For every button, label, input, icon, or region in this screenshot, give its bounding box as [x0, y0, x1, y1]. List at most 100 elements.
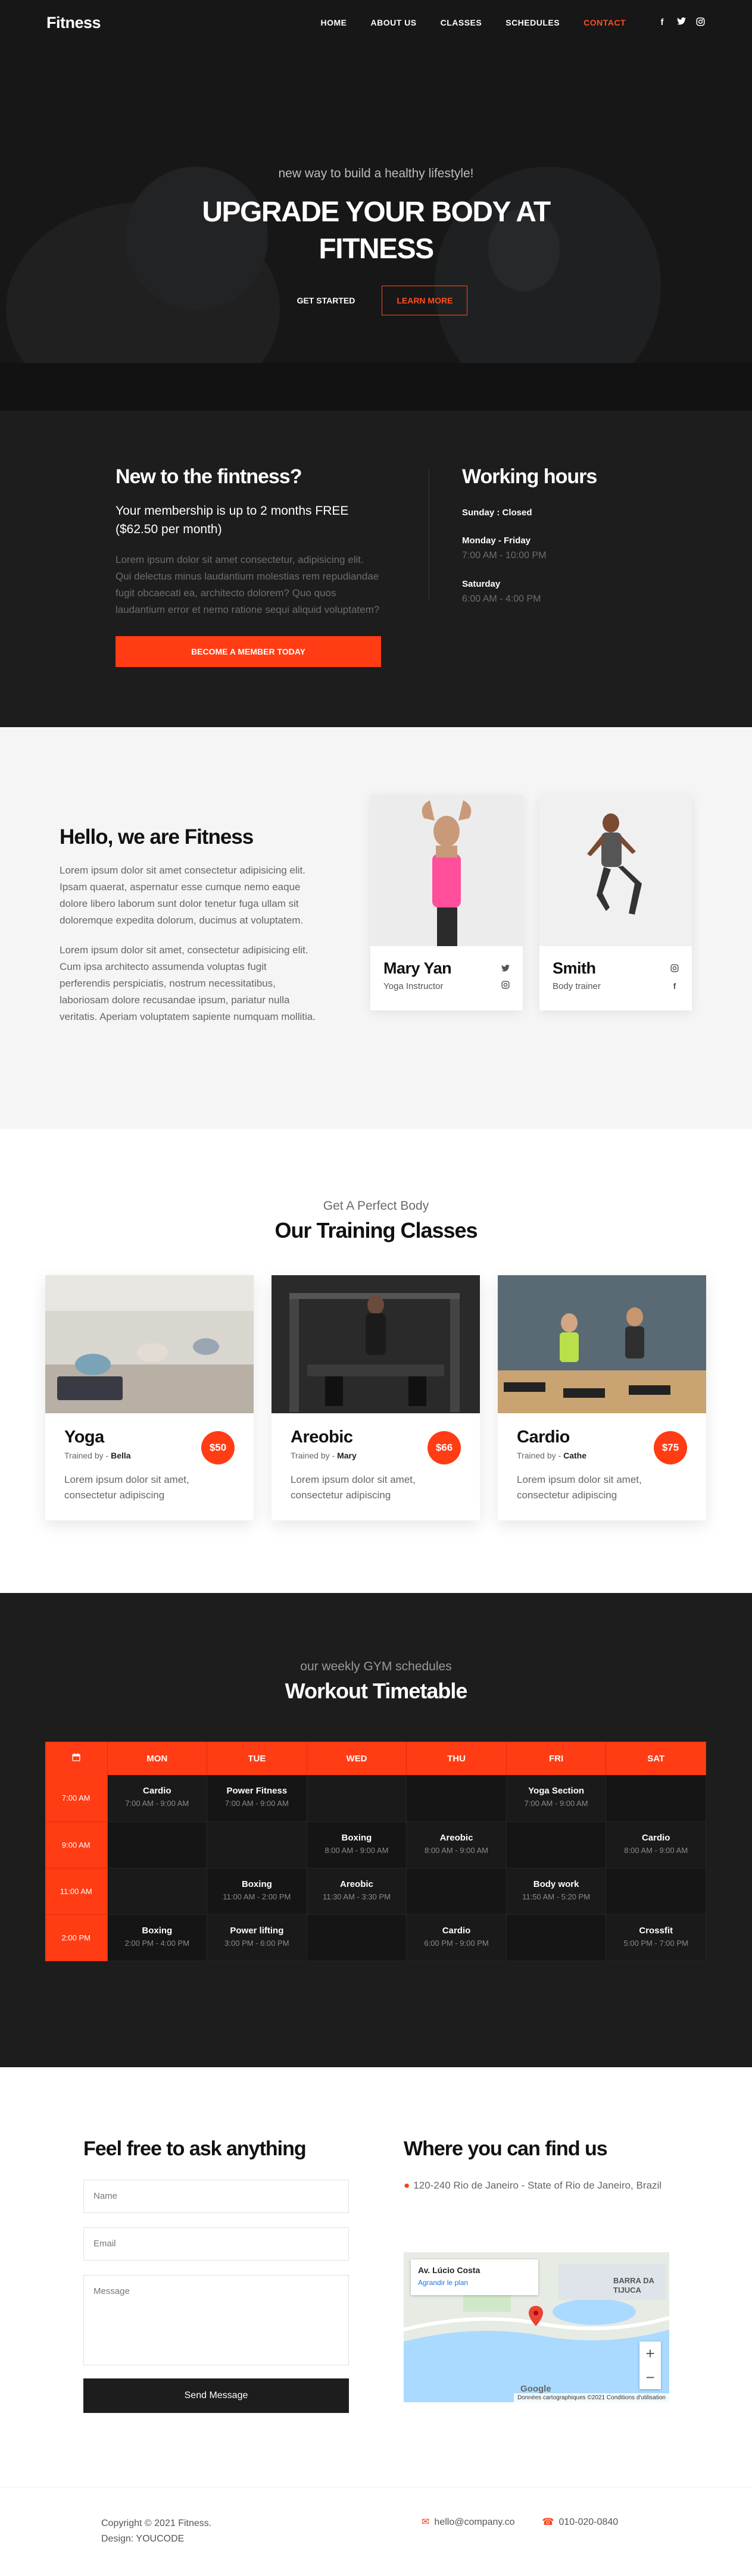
membership-title: New to the fintness?	[116, 465, 302, 488]
about-text: Hello, we are Fitness Lorem ipsum dolor …	[60, 825, 317, 1025]
map-marker-icon[interactable]	[529, 2306, 543, 2329]
get-started-button[interactable]: GET STARTED	[285, 286, 368, 315]
timetable-cell	[307, 1775, 407, 1822]
hero-title-line1: UPGRADE YOUR BODY AT	[202, 196, 551, 228]
nav-schedules[interactable]: SCHEDULES	[494, 18, 572, 27]
hero-content: new way to build a healthy lifestyle! UP…	[0, 0, 752, 315]
hero-subtitle: new way to build a healthy lifestyle!	[278, 167, 474, 180]
day-header: THU	[406, 1742, 507, 1775]
instagram-icon[interactable]	[501, 981, 510, 991]
facebook-icon[interactable]: f	[670, 981, 679, 991]
day-header: SAT	[606, 1742, 706, 1775]
session-time: 11:50 AM - 5:20 PM	[522, 1892, 591, 1901]
nav-contact[interactable]: CONTACT	[572, 18, 638, 27]
class-description: Lorem ipsum dolor sit amet, consectetur …	[517, 1474, 642, 1501]
membership-lead: Your membership is up to 2 months FREE (…	[116, 504, 349, 536]
timetable-cell[interactable]: Areobic 11:30 AM - 3:30 PM	[307, 1868, 407, 1915]
timetable-cell[interactable]: Cardio 6:00 PM - 9:00 PM	[406, 1914, 507, 1961]
instagram-icon[interactable]	[695, 17, 706, 29]
timetable-cell[interactable]: Boxing 8:00 AM - 9:00 AM	[307, 1821, 407, 1868]
brand-logo[interactable]: Fitness	[46, 14, 101, 32]
zoom-out-button[interactable]: −	[639, 2365, 661, 2389]
timetable-cell	[606, 1868, 706, 1915]
session-time: 2:00 PM - 4:00 PM	[124, 1938, 189, 1948]
class-price-badge: $75	[654, 1431, 687, 1464]
social-links: f	[657, 17, 706, 29]
hero-buttons: GET STARTED LEARN MORE	[0, 286, 752, 315]
message-field[interactable]: Message	[83, 2275, 349, 2365]
timetable-cell[interactable]: Body work 11:50 AM - 5:20 PM	[506, 1868, 607, 1915]
contact-section: Feel free to ask anything Name Email Mes…	[0, 2067, 752, 2487]
session-name: Boxing	[241, 1879, 272, 1889]
session-name: Crossfit	[639, 1925, 673, 1936]
contact-form-title: Feel free to ask anything	[83, 2137, 307, 2160]
session-name: Areobic	[439, 1832, 473, 1843]
session-time: 8:00 AM - 9:00 AM	[425, 1845, 488, 1855]
timetable-cell[interactable]: Crossfit 5:00 PM - 7:00 PM	[606, 1914, 706, 1961]
copyright-text: Copyright © 2021 Fitness.	[101, 2518, 212, 2528]
footer-phone[interactable]: ☎ 010-020-0840	[542, 2516, 619, 2528]
copyright: Copyright © 2021 Fitness. Design: YOUCOD…	[101, 2516, 211, 2547]
working-hours: Working hours Sunday : Closed Monday - F…	[462, 465, 641, 605]
trainer-card: Mary Yan Yoga Instructor	[370, 794, 523, 1010]
session-time: 3:00 PM - 6:00 PM	[224, 1938, 289, 1948]
timetable-cell	[107, 1821, 208, 1868]
session-name: Yoga Section	[528, 1786, 585, 1796]
email-field[interactable]: Email	[83, 2227, 349, 2261]
class-price-badge: $66	[428, 1431, 461, 1464]
zoom-in-button[interactable]: +	[639, 2342, 661, 2365]
timetable-cell	[606, 1775, 706, 1822]
twitter-icon[interactable]	[676, 17, 687, 29]
membership-block: New to the fintness? Your membership is …	[116, 465, 381, 667]
footer-email[interactable]: ✉ hello@company.co	[422, 2516, 515, 2528]
session-time: 7:00 AM - 9:00 AM	[224, 1799, 289, 1808]
map-place-name: Av. Lúcio Costa	[418, 2265, 480, 2275]
day-header: MON	[107, 1742, 208, 1775]
hours-day: Saturday	[462, 579, 501, 589]
timetable-cell[interactable]: Power Fitness 7:00 AM - 9:00 AM	[207, 1775, 307, 1822]
class-photo	[272, 1275, 480, 1413]
learn-more-button[interactable]: LEARN MORE	[382, 286, 468, 315]
map-enlarge-link[interactable]: Agrandir le plan	[418, 2278, 531, 2287]
session-name: Body work	[533, 1879, 579, 1889]
map-zoom-controls: + −	[639, 2342, 661, 2389]
class-card[interactable]: Yoga Trained by - Bella Lorem ipsum dolo…	[45, 1275, 254, 1520]
class-body: Cardio Trained by - Cathe Lorem ipsum do…	[498, 1413, 706, 1520]
timetable-cell	[406, 1868, 507, 1915]
nav-about[interactable]: ABOUT US	[358, 18, 428, 27]
hours-time: 7:00 AM - 10:00 PM	[462, 550, 547, 561]
membership-text: Lorem ipsum dolor sit amet consectetur, …	[116, 554, 380, 615]
timetable-cell[interactable]: Boxing 11:00 AM - 2:00 PM	[207, 1868, 307, 1915]
trainer-role: Yoga Instructor	[383, 981, 444, 991]
become-member-button[interactable]: BECOME A MEMBER TODAY	[116, 636, 381, 667]
timetable-cell[interactable]: Cardio 8:00 AM - 9:00 AM	[606, 1821, 706, 1868]
footer-contacts: ✉ hello@company.co ☎ 010-020-0840	[422, 2516, 618, 2528]
timetable-row: 11:00 AM Boxing 11:00 AM - 2:00 PM Areobic 1…	[45, 1868, 706, 1915]
timetable-cell[interactable]: Yoga Section 7:00 AM - 9:00 AM	[506, 1775, 607, 1822]
class-card[interactable]: Cardio Trained by - Cathe Lorem ipsum do…	[498, 1275, 706, 1520]
day-header: FRI	[506, 1742, 607, 1775]
nav-classes[interactable]: CLASSES	[429, 18, 494, 27]
facebook-icon[interactable]: f	[657, 17, 667, 29]
timetable-cell[interactable]: Areobic 8:00 AM - 9:00 AM	[406, 1821, 507, 1868]
working-hours-title: Working hours	[462, 465, 597, 488]
class-card[interactable]: Areobic Trained by - Mary Lorem ipsum do…	[272, 1275, 480, 1520]
trainer-info: Smith Body trainer f	[539, 946, 692, 1010]
calendar-icon	[45, 1742, 108, 1775]
trainer-photo	[539, 794, 692, 946]
twitter-icon[interactable]	[501, 964, 510, 974]
schedule-section: our weekly GYM schedules Workout Timetab…	[0, 1593, 752, 2067]
design-credit: Design: YOUCODE	[101, 2534, 185, 2544]
hero-title: UPGRADE YOUR BODY AT FITNESS	[0, 194, 752, 268]
name-field[interactable]: Name	[83, 2180, 349, 2213]
nav-home[interactable]: HOME	[308, 18, 358, 27]
instagram-icon[interactable]	[670, 964, 679, 974]
map-embed[interactable]: Av. Lúcio Costa Agrandir le plan BARRA D…	[404, 2252, 669, 2402]
send-message-button[interactable]: Send Message	[83, 2378, 349, 2413]
membership-section: New to the fintness? Your membership is …	[0, 411, 752, 727]
timetable-cell[interactable]: Boxing 2:00 PM - 4:00 PM	[107, 1914, 208, 1961]
timetable-cell[interactable]: Cardio 7:00 AM - 9:00 AM	[107, 1775, 208, 1822]
trainer-role: Body trainer	[553, 981, 601, 991]
timetable-cell[interactable]: Power lifting 3:00 PM - 6:00 PM	[207, 1914, 307, 1961]
schedule-subtitle: our weekly GYM schedules	[300, 1660, 452, 1673]
